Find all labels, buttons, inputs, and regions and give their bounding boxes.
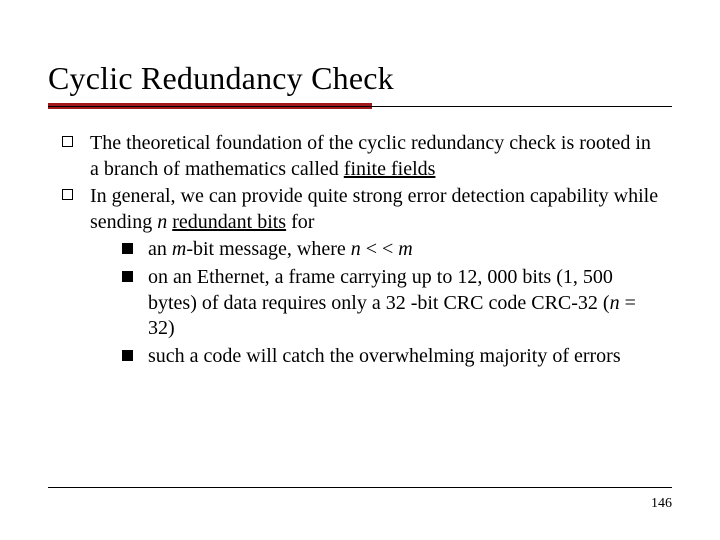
sub-bullet-item: an m-bit message, where n < < m [120, 237, 660, 263]
bullet-item: In general, we can provide quite strong … [60, 184, 660, 369]
sub-bullet-item: on an Ethernet, a frame carrying up to 1… [120, 265, 660, 342]
title-area: Cyclic Redundancy Check [0, 0, 720, 113]
bullet-text: on an Ethernet, a frame carrying up to 1… [148, 266, 613, 314]
sub-bullet-item: such a code will catch the overwhelming … [120, 344, 660, 370]
slide: Cyclic Redundancy Check The theoretical … [0, 0, 720, 540]
bullet-text: for [286, 211, 314, 233]
bullet-underline: redundant bits [172, 211, 286, 233]
bullet-text: an [148, 238, 172, 260]
bullet-underline: finite fields [344, 158, 436, 180]
bullet-item: The theoretical foundation of the cyclic… [60, 131, 660, 182]
slide-title: Cyclic Redundancy Check [48, 60, 672, 97]
bullet-italic: m [172, 238, 186, 260]
bullet-list: The theoretical foundation of the cyclic… [60, 131, 660, 369]
bullet-text: -bit message, where [186, 238, 350, 260]
bullet-italic: n [157, 211, 167, 233]
sub-bullet-list: an m-bit message, where n < < m on an Et… [90, 237, 660, 369]
bullet-italic: m [398, 238, 412, 260]
footer-rule [48, 487, 672, 488]
bullet-italic: n [610, 292, 620, 314]
bullet-text: such a code will catch the overwhelming … [148, 345, 621, 367]
bullet-italic: n [351, 238, 361, 260]
bullet-text: < < [361, 238, 399, 260]
page-number: 146 [651, 496, 672, 512]
title-rule-black [48, 106, 672, 107]
slide-body: The theoretical foundation of the cyclic… [0, 113, 720, 369]
title-rule [48, 103, 672, 113]
